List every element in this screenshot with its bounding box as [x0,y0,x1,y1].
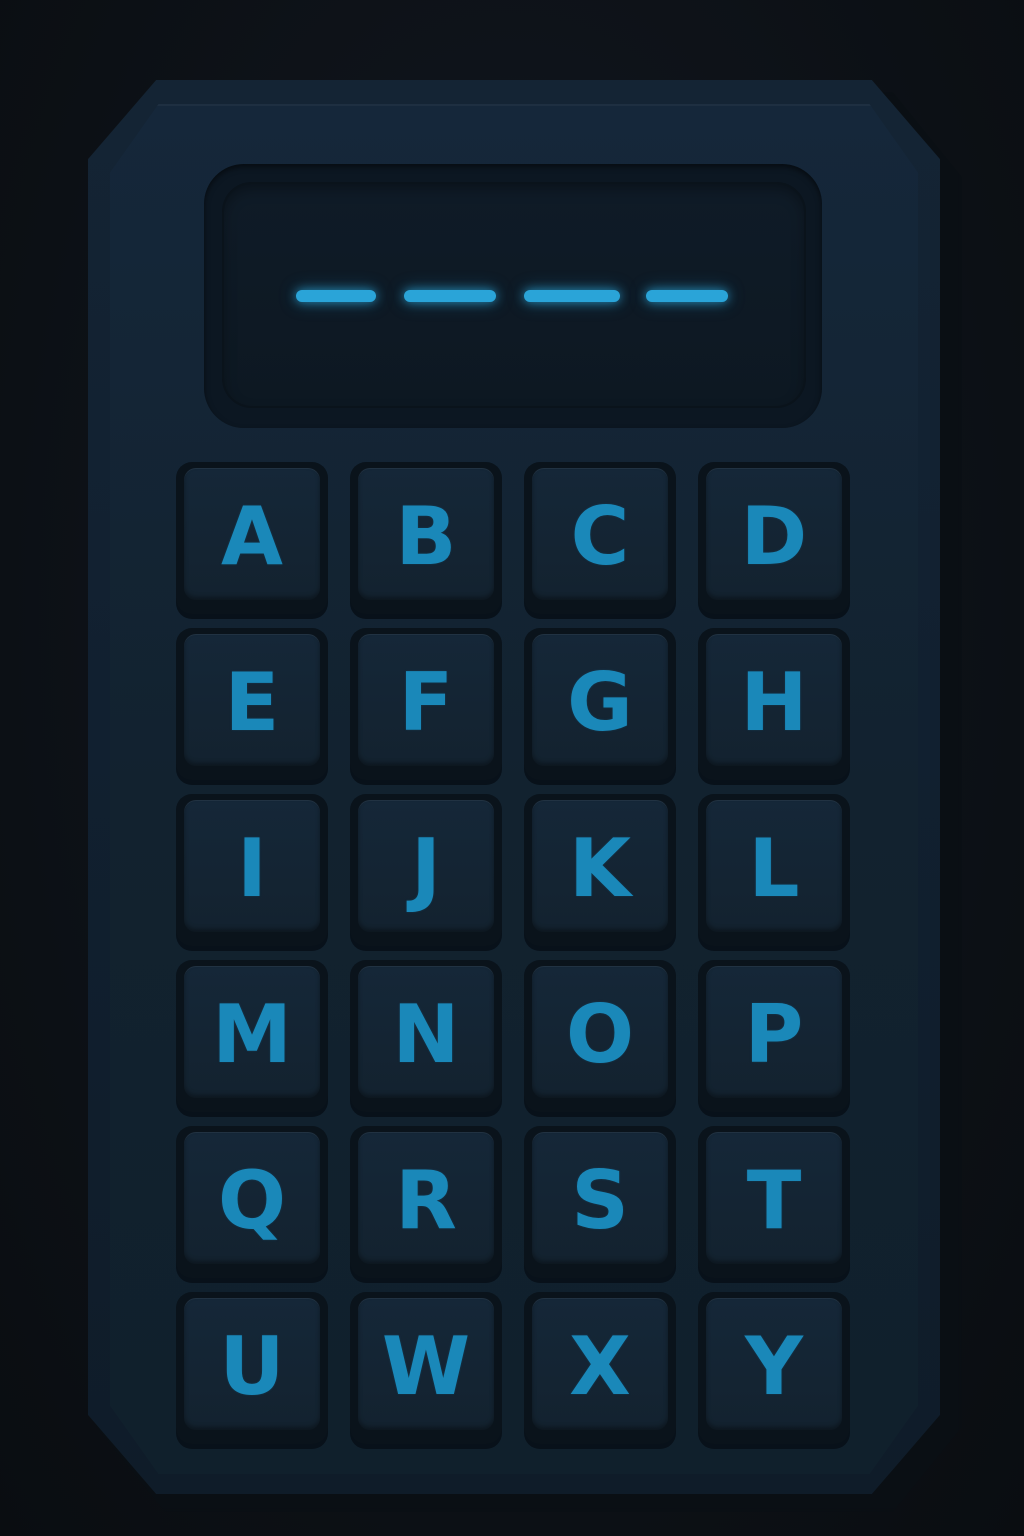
key-cap: F [358,634,494,766]
key-cap: G [532,634,668,766]
code-slot-1 [296,290,376,302]
key-cap: B [358,468,494,600]
key-label: X [569,1320,631,1413]
key-cap: L [706,800,842,932]
key-label: I [237,822,267,915]
key-cap: C [532,468,668,600]
key-q[interactable]: Q [176,1126,328,1278]
stage: A B C D E F G H I J K L M N O P Q R S T … [0,0,1024,1536]
key-cap: Y [706,1298,842,1430]
key-u[interactable]: U [176,1292,328,1444]
letter-keypad: A B C D E F G H I J K L M N O P Q R S T … [176,462,852,1444]
key-cap: H [706,634,842,766]
key-label: Y [745,1320,803,1413]
key-e[interactable]: E [176,628,328,780]
key-x[interactable]: X [524,1292,676,1444]
key-cap: I [184,800,320,932]
key-label: O [565,988,634,1081]
key-n[interactable]: N [350,960,502,1112]
key-cap: U [184,1298,320,1430]
key-cap: S [532,1132,668,1264]
key-cap: M [184,966,320,1098]
key-cap: R [358,1132,494,1264]
key-r[interactable]: R [350,1126,502,1278]
key-label: M [212,988,292,1081]
key-f[interactable]: F [350,628,502,780]
key-cap: E [184,634,320,766]
key-label: F [398,656,454,749]
key-label: J [411,822,441,915]
key-cap: K [532,800,668,932]
key-label: W [381,1320,471,1413]
key-l[interactable]: L [698,794,850,946]
key-label: R [395,1154,457,1247]
key-cap: X [532,1298,668,1430]
key-label: D [740,490,808,583]
key-k[interactable]: K [524,794,676,946]
key-label: S [571,1154,629,1247]
key-label: L [748,822,800,915]
key-label: P [744,988,804,1081]
key-a[interactable]: A [176,462,328,614]
key-j[interactable]: J [350,794,502,946]
key-g[interactable]: G [524,628,676,780]
key-label: B [395,490,457,583]
code-slot-2 [404,290,496,302]
key-label: Q [217,1154,286,1247]
key-i[interactable]: I [176,794,328,946]
key-d[interactable]: D [698,462,850,614]
key-label: H [740,656,808,749]
key-label: K [569,822,631,915]
key-label: C [570,490,630,583]
key-w[interactable]: W [350,1292,502,1444]
key-b[interactable]: B [350,462,502,614]
key-t[interactable]: T [698,1126,850,1278]
key-cap: Q [184,1132,320,1264]
key-cap: N [358,966,494,1098]
key-s[interactable]: S [524,1126,676,1278]
key-cap: O [532,966,668,1098]
key-label: U [219,1320,285,1413]
key-label: G [567,656,633,749]
key-m[interactable]: M [176,960,328,1112]
key-h[interactable]: H [698,628,850,780]
key-y[interactable]: Y [698,1292,850,1444]
key-cap: T [706,1132,842,1264]
key-label: E [224,656,280,749]
key-cap: P [706,966,842,1098]
key-cap: A [184,468,320,600]
code-slot-4 [646,290,728,302]
key-label: A [221,490,283,583]
key-p[interactable]: P [698,960,850,1112]
key-cap: D [706,468,842,600]
key-cap: J [358,800,494,932]
key-c[interactable]: C [524,462,676,614]
key-cap: W [358,1298,494,1430]
key-o[interactable]: O [524,960,676,1112]
key-label: T [746,1154,802,1247]
key-label: N [392,988,460,1081]
code-slot-3 [524,290,620,302]
